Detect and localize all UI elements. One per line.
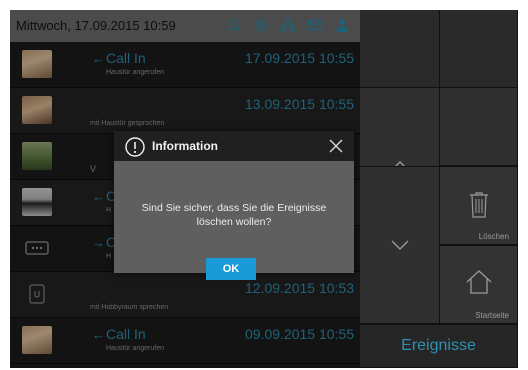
home-button[interactable]: Startseite xyxy=(440,245,518,324)
info-icon xyxy=(125,137,145,157)
home-label: Startseite xyxy=(475,311,509,320)
panel-blank-button xyxy=(440,88,518,166)
app-screen: Mittwoch, 17.09.2015 10:59 ← Call In Hau… xyxy=(10,10,518,368)
information-dialog: Information Sind Sie sicher, dass Sie di… xyxy=(114,131,354,280)
tab-ereignisse[interactable]: Ereignisse xyxy=(360,324,518,368)
close-icon[interactable] xyxy=(328,138,344,154)
ok-button[interactable]: OK xyxy=(206,258,256,280)
dialog-message-line: löschen wollen? xyxy=(196,216,272,228)
delete-label: Löschen xyxy=(478,232,509,241)
panel-blank-button xyxy=(360,10,440,88)
dialog-header: Information xyxy=(114,131,354,161)
dialog-message-line: Sind Sie sicher, dass Sie die Ereignisse xyxy=(141,202,327,214)
delete-button[interactable]: Löschen xyxy=(440,166,518,245)
home-icon xyxy=(466,270,491,294)
scroll-down-button[interactable] xyxy=(360,166,440,324)
panel-blank-button xyxy=(440,10,518,88)
dialog-message: Sind Sie sicher, dass Sie die Ereignisse… xyxy=(114,201,354,229)
dialog-title: Information xyxy=(152,139,218,153)
trash-icon xyxy=(469,192,488,218)
tab-ereignisse-label: Ereignisse xyxy=(401,337,476,354)
chevron-down-icon xyxy=(391,240,408,250)
